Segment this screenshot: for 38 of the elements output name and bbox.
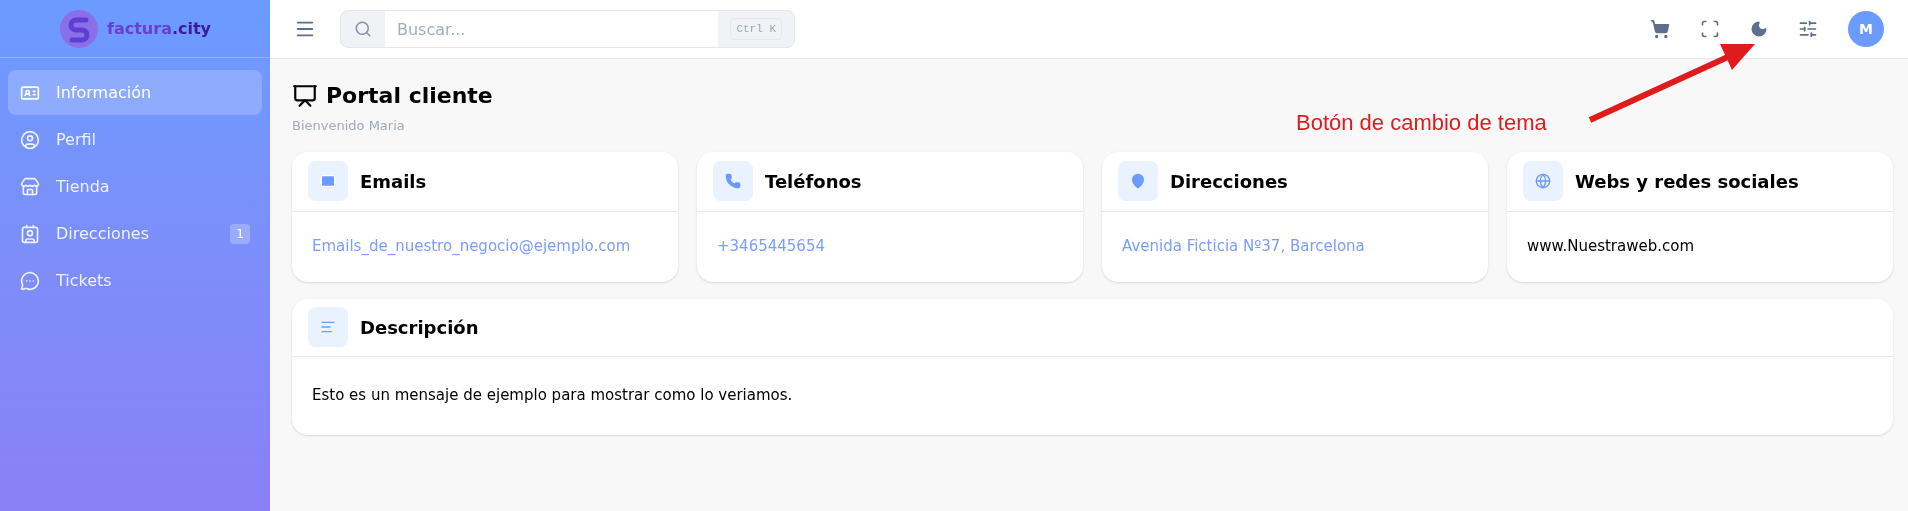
card-link[interactable]: Avenida Ficticia Nº37, Barcelona xyxy=(1122,235,1365,258)
user-avatar[interactable]: M xyxy=(1848,11,1884,47)
annotation-text: Botón de cambio de tema xyxy=(1296,109,1547,137)
card-title: Emails xyxy=(360,169,427,194)
logo-icon xyxy=(58,8,99,49)
phone-icon xyxy=(713,161,753,201)
text-lines-icon xyxy=(308,307,348,347)
search-field[interactable]: Buscar... Ctrl K xyxy=(340,10,795,48)
count-badge: 1 xyxy=(230,223,250,244)
search-icon xyxy=(354,20,372,38)
presentation-icon xyxy=(292,82,318,109)
dark-mode-button[interactable] xyxy=(1750,20,1768,38)
shortcut-key: Ctrl K xyxy=(730,17,782,41)
card-link[interactable]: Emails_de_nuestro_negocio@ejemplo.com xyxy=(312,235,631,258)
card-text: www.Nuestraweb.com xyxy=(1527,236,1695,258)
page-title: Portal cliente xyxy=(326,82,493,110)
contact-card-icon xyxy=(20,223,40,244)
card-title: Direcciones xyxy=(1170,169,1288,194)
brand-name: factura.city xyxy=(106,17,212,40)
card-title: Teléfonos xyxy=(765,169,862,194)
settings-button[interactable] xyxy=(1798,19,1818,39)
store-icon xyxy=(20,176,40,197)
map-pin-icon xyxy=(1118,161,1158,201)
sidebar-item[interactable]: Tienda xyxy=(8,164,262,209)
sidebar-item[interactable]: Perfil xyxy=(8,117,262,162)
fullscreen-button[interactable] xyxy=(1700,19,1720,39)
page-subtitle: Bienvenido Maria xyxy=(292,117,405,135)
chat-icon xyxy=(20,270,40,291)
description-text: Esto es un mensaje de ejemplo para mostrar como lo veriamos. xyxy=(311,385,794,407)
sidebar-item[interactable]: Direcciones 1 xyxy=(8,211,262,256)
user-icon xyxy=(20,129,40,150)
card-title: Webs y redes sociales xyxy=(1575,169,1799,194)
sidebar-item[interactable]: Tickets xyxy=(8,258,262,303)
globe-icon xyxy=(1523,161,1563,201)
cart-button[interactable] xyxy=(1650,19,1670,39)
card-link[interactable]: +3465445654 xyxy=(717,235,825,258)
sidebar-item[interactable]: Información xyxy=(8,70,262,115)
card-title: Descripción xyxy=(360,315,479,340)
